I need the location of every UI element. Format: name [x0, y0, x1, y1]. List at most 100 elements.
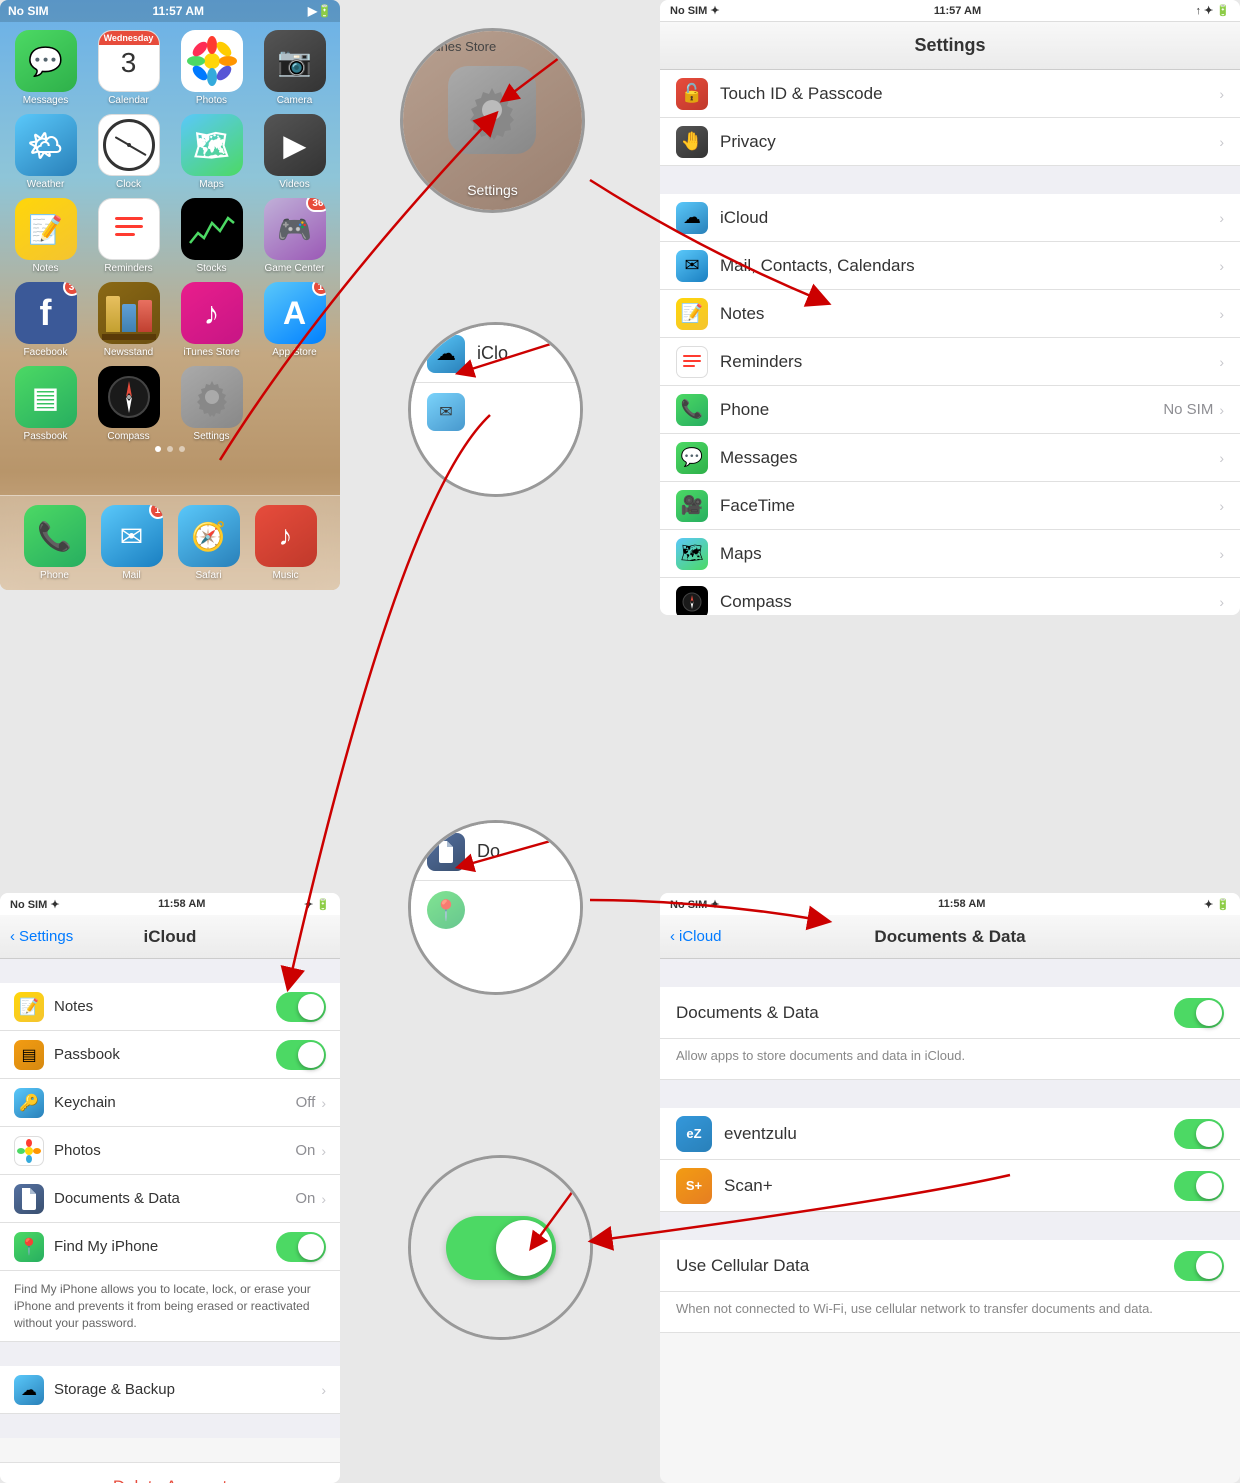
- settings-row-privacy[interactable]: 🤚 Privacy ›: [660, 118, 1240, 166]
- icloud-row-storage[interactable]: ☁ Storage & Backup ›: [0, 1366, 340, 1414]
- dock-mail-icon[interactable]: 1 ✉: [101, 505, 163, 567]
- app-stocks[interactable]: Stocks: [174, 198, 249, 274]
- app-maps[interactable]: 🗺 Maps: [174, 114, 249, 190]
- docsdata-row-cellular[interactable]: Use Cellular Data: [660, 1240, 1240, 1292]
- zoom-docsdata-circle: Do 📍: [408, 820, 583, 995]
- photos-label: Photos: [196, 95, 227, 106]
- findmyiphone-toggle[interactable]: [276, 1232, 326, 1262]
- facetime-chevron: ›: [1219, 498, 1224, 514]
- settings-row-maps[interactable]: 🗺 Maps ›: [660, 530, 1240, 578]
- dock-phone[interactable]: 📞 Phone: [24, 505, 86, 581]
- icloud-passbook-label: Passbook: [54, 1046, 276, 1063]
- photos-icon[interactable]: [181, 30, 243, 92]
- app-itunes[interactable]: ♪ iTunes Store: [174, 282, 249, 358]
- dock-safari[interactable]: 🧭 Safari: [178, 505, 240, 581]
- docsdata-back-button[interactable]: ‹ iCloud: [670, 928, 722, 945]
- videos-icon[interactable]: ▶: [264, 114, 326, 176]
- weather-icon[interactable]: 🌤: [15, 114, 77, 176]
- gamecenter-label: Game Center: [264, 263, 324, 274]
- calendar-icon[interactable]: Wednesday 3: [98, 30, 160, 92]
- docsdata-main-row[interactable]: Documents & Data: [660, 987, 1240, 1039]
- icloud-storage-label: Storage & Backup: [54, 1381, 321, 1398]
- reminders-icon[interactable]: [98, 198, 160, 260]
- gamecenter-icon[interactable]: 36 🎮: [264, 198, 326, 260]
- dock-music[interactable]: ♪ Music: [255, 505, 317, 581]
- settings-row-touchid[interactable]: 🔓 Touch ID & Passcode ›: [660, 70, 1240, 118]
- app-placeholder: [257, 366, 332, 442]
- dock-mail[interactable]: 1 ✉ Mail: [101, 505, 163, 581]
- docsdata-status-bar: No SIM ✦ 11:58 AM ✦ 🔋: [660, 893, 1240, 915]
- cellular-description: When not connected to Wi-Fi, use cellula…: [660, 1292, 1240, 1333]
- app-reminders[interactable]: Reminders: [91, 198, 166, 274]
- app-videos[interactable]: ▶ Videos: [257, 114, 332, 190]
- newsstand-label: Newsstand: [104, 347, 153, 358]
- icloud-row-notes[interactable]: 📝 Notes: [0, 983, 340, 1031]
- passbook-toggle[interactable]: [276, 1040, 326, 1070]
- messages-chevron: ›: [1219, 450, 1224, 466]
- settings-row-icloud[interactable]: ☁ iCloud ›: [660, 194, 1240, 242]
- clock-icon[interactable]: [98, 114, 160, 176]
- app-camera[interactable]: 📷 Camera: [257, 30, 332, 106]
- settings-status-bar: No SIM ✦ 11:57 AM ↑ ✦ 🔋: [660, 0, 1240, 22]
- zoom-toggle-circle: [408, 1155, 593, 1340]
- icloud-row-keychain[interactable]: 🔑 Keychain Off ›: [0, 1079, 340, 1127]
- docsdata-back-chevron: ‹: [670, 928, 675, 945]
- docsdata-row-scanplus[interactable]: S+ Scan+: [660, 1160, 1240, 1212]
- icloud-back-button[interactable]: ‹ Settings: [10, 928, 73, 945]
- facebook-icon[interactable]: 3 f: [15, 282, 77, 344]
- docsdata-row-eventzulu[interactable]: eZ eventzulu: [660, 1108, 1240, 1160]
- icloud-time: 11:58 AM: [158, 898, 205, 910]
- itunes-icon[interactable]: ♪: [181, 282, 243, 344]
- settings-row-phone[interactable]: 📞 Phone No SIM ›: [660, 386, 1240, 434]
- notes-icon[interactable]: 📝: [15, 198, 77, 260]
- app-appstore[interactable]: 1 A App Store: [257, 282, 332, 358]
- docsdata-main-toggle[interactable]: [1174, 998, 1224, 1028]
- stocks-icon[interactable]: [181, 198, 243, 260]
- compass-icon[interactable]: [98, 366, 160, 428]
- app-passbook[interactable]: ▤ Passbook: [8, 366, 83, 442]
- cellular-toggle[interactable]: [1174, 1251, 1224, 1281]
- camera-icon[interactable]: 📷: [264, 30, 326, 92]
- settings-row-messages[interactable]: 💬 Messages ›: [660, 434, 1240, 482]
- appstore-icon[interactable]: 1 A: [264, 282, 326, 344]
- passbook-label: Passbook: [24, 431, 68, 442]
- app-weather[interactable]: 🌤 Weather: [8, 114, 83, 190]
- eventzulu-toggle[interactable]: [1174, 1119, 1224, 1149]
- settings-label: Settings: [193, 431, 229, 442]
- icloud-notes-label: Notes: [54, 998, 276, 1015]
- maps-icon[interactable]: 🗺: [181, 114, 243, 176]
- settings-row-facetime[interactable]: 🎥 FaceTime ›: [660, 482, 1240, 530]
- app-newsstand[interactable]: Newsstand: [91, 282, 166, 358]
- settings-row-mailcontacts[interactable]: ✉ Mail, Contacts, Calendars ›: [660, 242, 1240, 290]
- passbook-icon[interactable]: ▤: [15, 366, 77, 428]
- settings-row-compass[interactable]: Compass ›: [660, 578, 1240, 615]
- dock-safari-icon[interactable]: 🧭: [178, 505, 240, 567]
- settings-row-reminders[interactable]: Reminders ›: [660, 338, 1240, 386]
- messages-icon[interactable]: 💬: [15, 30, 77, 92]
- icloud-row-docsdata[interactable]: Documents & Data On ›: [0, 1175, 340, 1223]
- appstore-label: App Store: [272, 347, 316, 358]
- app-gamecenter[interactable]: 36 🎮 Game Center: [257, 198, 332, 274]
- scanplus-toggle[interactable]: [1174, 1171, 1224, 1201]
- settings-row-notes[interactable]: 📝 Notes ›: [660, 290, 1240, 338]
- app-photos[interactable]: Photos: [174, 30, 249, 106]
- delete-account-button[interactable]: Delete Account: [0, 1463, 340, 1483]
- app-calendar[interactable]: Wednesday 3 Calendar: [91, 30, 166, 106]
- notes-toggle[interactable]: [276, 992, 326, 1022]
- icloud-row-findmyiphone[interactable]: 📍 Find My iPhone: [0, 1223, 340, 1271]
- phone-settings-icon: 📞: [676, 394, 708, 426]
- dock-phone-icon[interactable]: 📞: [24, 505, 86, 567]
- icloud-row-passbook[interactable]: ▤ Passbook: [0, 1031, 340, 1079]
- app-clock[interactable]: Clock: [91, 114, 166, 190]
- app-facebook[interactable]: 3 f Facebook: [8, 282, 83, 358]
- app-settings[interactable]: Settings: [174, 366, 249, 442]
- app-notes[interactable]: 📝 Notes: [8, 198, 83, 274]
- newsstand-icon[interactable]: [98, 282, 160, 344]
- settings-icon[interactable]: [181, 366, 243, 428]
- dock-music-icon[interactable]: ♪: [255, 505, 317, 567]
- appstore-badge: 1: [312, 282, 326, 296]
- app-messages[interactable]: 💬 Messages: [8, 30, 83, 106]
- app-compass[interactable]: Compass: [91, 366, 166, 442]
- facebook-label: Facebook: [24, 347, 68, 358]
- icloud-row-photos[interactable]: Photos On ›: [0, 1127, 340, 1175]
